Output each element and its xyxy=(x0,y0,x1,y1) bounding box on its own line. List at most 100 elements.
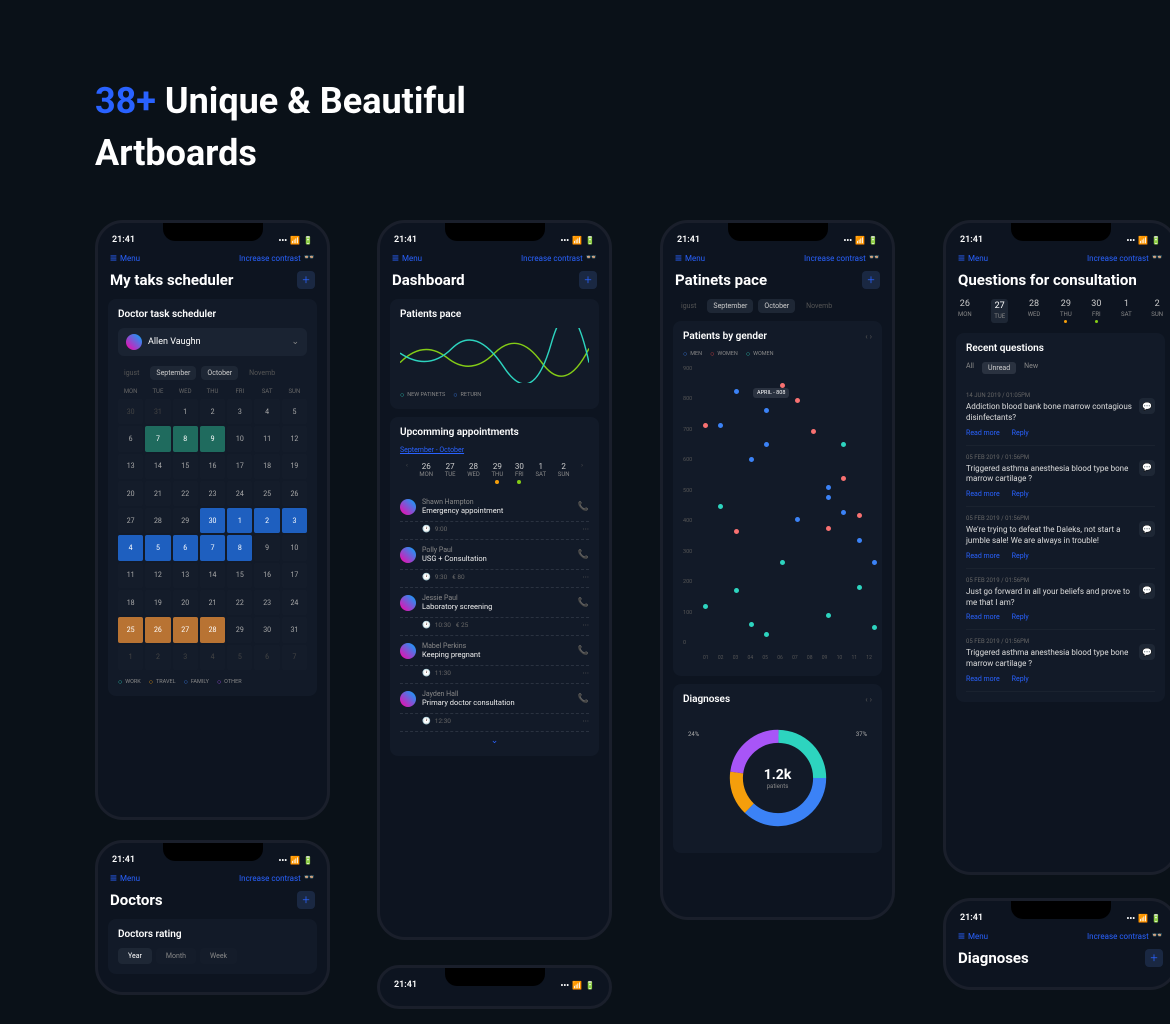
calendar-day[interactable]: 16 xyxy=(254,563,279,588)
add-button[interactable]: + xyxy=(862,271,880,289)
tab-week[interactable]: Week xyxy=(200,948,237,964)
calendar-day[interactable]: 4 xyxy=(118,535,143,560)
reply-link[interactable]: Reply xyxy=(1012,429,1029,437)
contrast-toggle[interactable]: Increase contrast xyxy=(1087,253,1163,263)
appointment-row[interactable]: Polly PaulUSG + Consultation📞 xyxy=(400,540,589,570)
calendar-day[interactable]: 28 xyxy=(200,617,225,642)
calendar-day[interactable]: 9 xyxy=(200,426,225,451)
chat-icon[interactable]: 💬 xyxy=(1139,398,1155,414)
calendar-day[interactable]: 6 xyxy=(118,426,143,451)
month-prev[interactable]: igust xyxy=(118,366,145,380)
chat-icon[interactable]: 💬 xyxy=(1139,521,1155,537)
month-next[interactable]: Novemb xyxy=(243,366,281,380)
calendar-day[interactable]: 31 xyxy=(145,399,170,424)
call-icon[interactable]: 📞 xyxy=(578,646,589,656)
appointment-row[interactable]: Shawn HamptonEmergency appointment📞 xyxy=(400,492,589,522)
doctor-select[interactable]: Allen Vaughn xyxy=(118,328,307,356)
calendar-day[interactable]: 11 xyxy=(254,426,279,451)
calendar-day[interactable]: 5 xyxy=(227,645,252,670)
filter-unread[interactable]: Unread xyxy=(982,362,1016,374)
add-button[interactable]: + xyxy=(297,891,315,909)
calendar-day[interactable]: 7 xyxy=(282,645,307,670)
calendar-day[interactable]: 17 xyxy=(227,454,252,479)
month-oct[interactable]: October xyxy=(201,366,238,380)
calendar-day[interactable]: 25 xyxy=(254,481,279,506)
date-strip[interactable]: 26MON27TUE28WED29THU30FRI1SAT2SUN xyxy=(956,299,1165,323)
reply-link[interactable]: Reply xyxy=(1012,613,1029,621)
calendar-day[interactable]: 19 xyxy=(145,590,170,615)
chat-icon[interactable]: 💬 xyxy=(1139,583,1155,599)
calendar-day[interactable]: 22 xyxy=(227,590,252,615)
call-icon[interactable]: 📞 xyxy=(578,502,589,512)
tab-year[interactable]: Year xyxy=(118,948,152,964)
calendar-day[interactable]: 15 xyxy=(227,563,252,588)
contrast-toggle[interactable]: Increase contrast xyxy=(239,873,315,883)
calendar-day[interactable]: 19 xyxy=(282,454,307,479)
calendar-day[interactable]: 30 xyxy=(118,399,143,424)
filter-all[interactable]: All xyxy=(966,362,974,374)
calendar-day[interactable]: 26 xyxy=(145,617,170,642)
calendar-day[interactable]: 9 xyxy=(254,535,279,560)
filter-new[interactable]: New xyxy=(1024,362,1038,374)
calendar-day[interactable]: 21 xyxy=(145,481,170,506)
read-more-link[interactable]: Read more xyxy=(966,429,1000,437)
appointment-row[interactable]: Jayden HallPrimary doctor consultation📞 xyxy=(400,684,589,714)
calendar-day[interactable]: 13 xyxy=(173,563,198,588)
calendar-day[interactable]: 27 xyxy=(173,617,198,642)
calendar-day[interactable]: 14 xyxy=(200,563,225,588)
menu-button[interactable]: Menu xyxy=(958,251,988,265)
calendar-day[interactable]: 24 xyxy=(282,590,307,615)
question-item[interactable]: 14 JUN 2019 / 01:05PMAddiction blood ban… xyxy=(966,384,1155,446)
chat-icon[interactable]: 💬 xyxy=(1139,460,1155,476)
expand-icon[interactable]: ⌄ xyxy=(400,736,589,746)
calendar-day[interactable]: 2 xyxy=(200,399,225,424)
read-more-link[interactable]: Read more xyxy=(966,613,1000,621)
calendar-day[interactable]: 23 xyxy=(200,481,225,506)
calendar-day[interactable]: 29 xyxy=(173,508,198,533)
calendar-day[interactable]: 18 xyxy=(118,590,143,615)
calendar-day[interactable]: 24 xyxy=(227,481,252,506)
calendar-day[interactable]: 29 xyxy=(227,617,252,642)
calendar-day[interactable]: 28 xyxy=(145,508,170,533)
contrast-toggle[interactable]: Increase contrast xyxy=(521,253,597,263)
call-icon[interactable]: 📞 xyxy=(578,598,589,608)
question-item[interactable]: 05 FEB 2019 / 01:56PMTriggered asthma an… xyxy=(966,446,1155,508)
call-icon[interactable]: 📞 xyxy=(578,694,589,704)
calendar-day[interactable]: 1 xyxy=(227,508,252,533)
question-item[interactable]: 05 FEB 2019 / 01:56PMTriggered asthma an… xyxy=(966,630,1155,692)
menu-button[interactable]: Menu xyxy=(110,251,140,265)
calendar-day[interactable]: 4 xyxy=(254,399,279,424)
calendar-day[interactable]: 7 xyxy=(145,426,170,451)
call-icon[interactable]: 📞 xyxy=(578,550,589,560)
contrast-toggle[interactable]: Increase contrast xyxy=(804,253,880,263)
nav-arrows[interactable]: ‹ › xyxy=(865,332,872,341)
calendar-day[interactable]: 17 xyxy=(282,563,307,588)
calendar-day[interactable]: 2 xyxy=(254,508,279,533)
calendar-day[interactable]: 4 xyxy=(200,645,225,670)
contrast-toggle[interactable]: Increase contrast xyxy=(1087,931,1163,941)
calendar-day[interactable]: 6 xyxy=(173,535,198,560)
calendar-day[interactable]: 13 xyxy=(118,454,143,479)
add-button[interactable]: + xyxy=(297,271,315,289)
read-more-link[interactable]: Read more xyxy=(966,552,1000,560)
read-more-link[interactable]: Read more xyxy=(966,675,1000,683)
calendar-day[interactable]: 15 xyxy=(173,454,198,479)
calendar-day[interactable]: 10 xyxy=(227,426,252,451)
read-more-link[interactable]: Read more xyxy=(966,490,1000,498)
contrast-toggle[interactable]: Increase contrast xyxy=(239,253,315,263)
calendar-grid[interactable]: 3031123456789101112131415161718192021222… xyxy=(118,399,307,670)
question-item[interactable]: 05 FEB 2019 / 01:56PMWe're trying to def… xyxy=(966,507,1155,569)
tab-month[interactable]: Month xyxy=(156,948,196,964)
calendar-day[interactable]: 6 xyxy=(254,645,279,670)
question-item[interactable]: 05 FEB 2019 / 01:56PMJust go forward in … xyxy=(966,569,1155,631)
calendar-day[interactable]: 1 xyxy=(118,645,143,670)
calendar-day[interactable]: 25 xyxy=(118,617,143,642)
calendar-day[interactable]: 7 xyxy=(200,535,225,560)
calendar-day[interactable]: 20 xyxy=(173,590,198,615)
calendar-day[interactable]: 1 xyxy=(173,399,198,424)
appointment-row[interactable]: Jessie PaulLaboratory screening📞 xyxy=(400,588,589,618)
calendar-day[interactable]: 30 xyxy=(200,508,225,533)
calendar-day[interactable]: 14 xyxy=(145,454,170,479)
calendar-day[interactable]: 12 xyxy=(282,426,307,451)
chat-icon[interactable]: 💬 xyxy=(1139,644,1155,660)
